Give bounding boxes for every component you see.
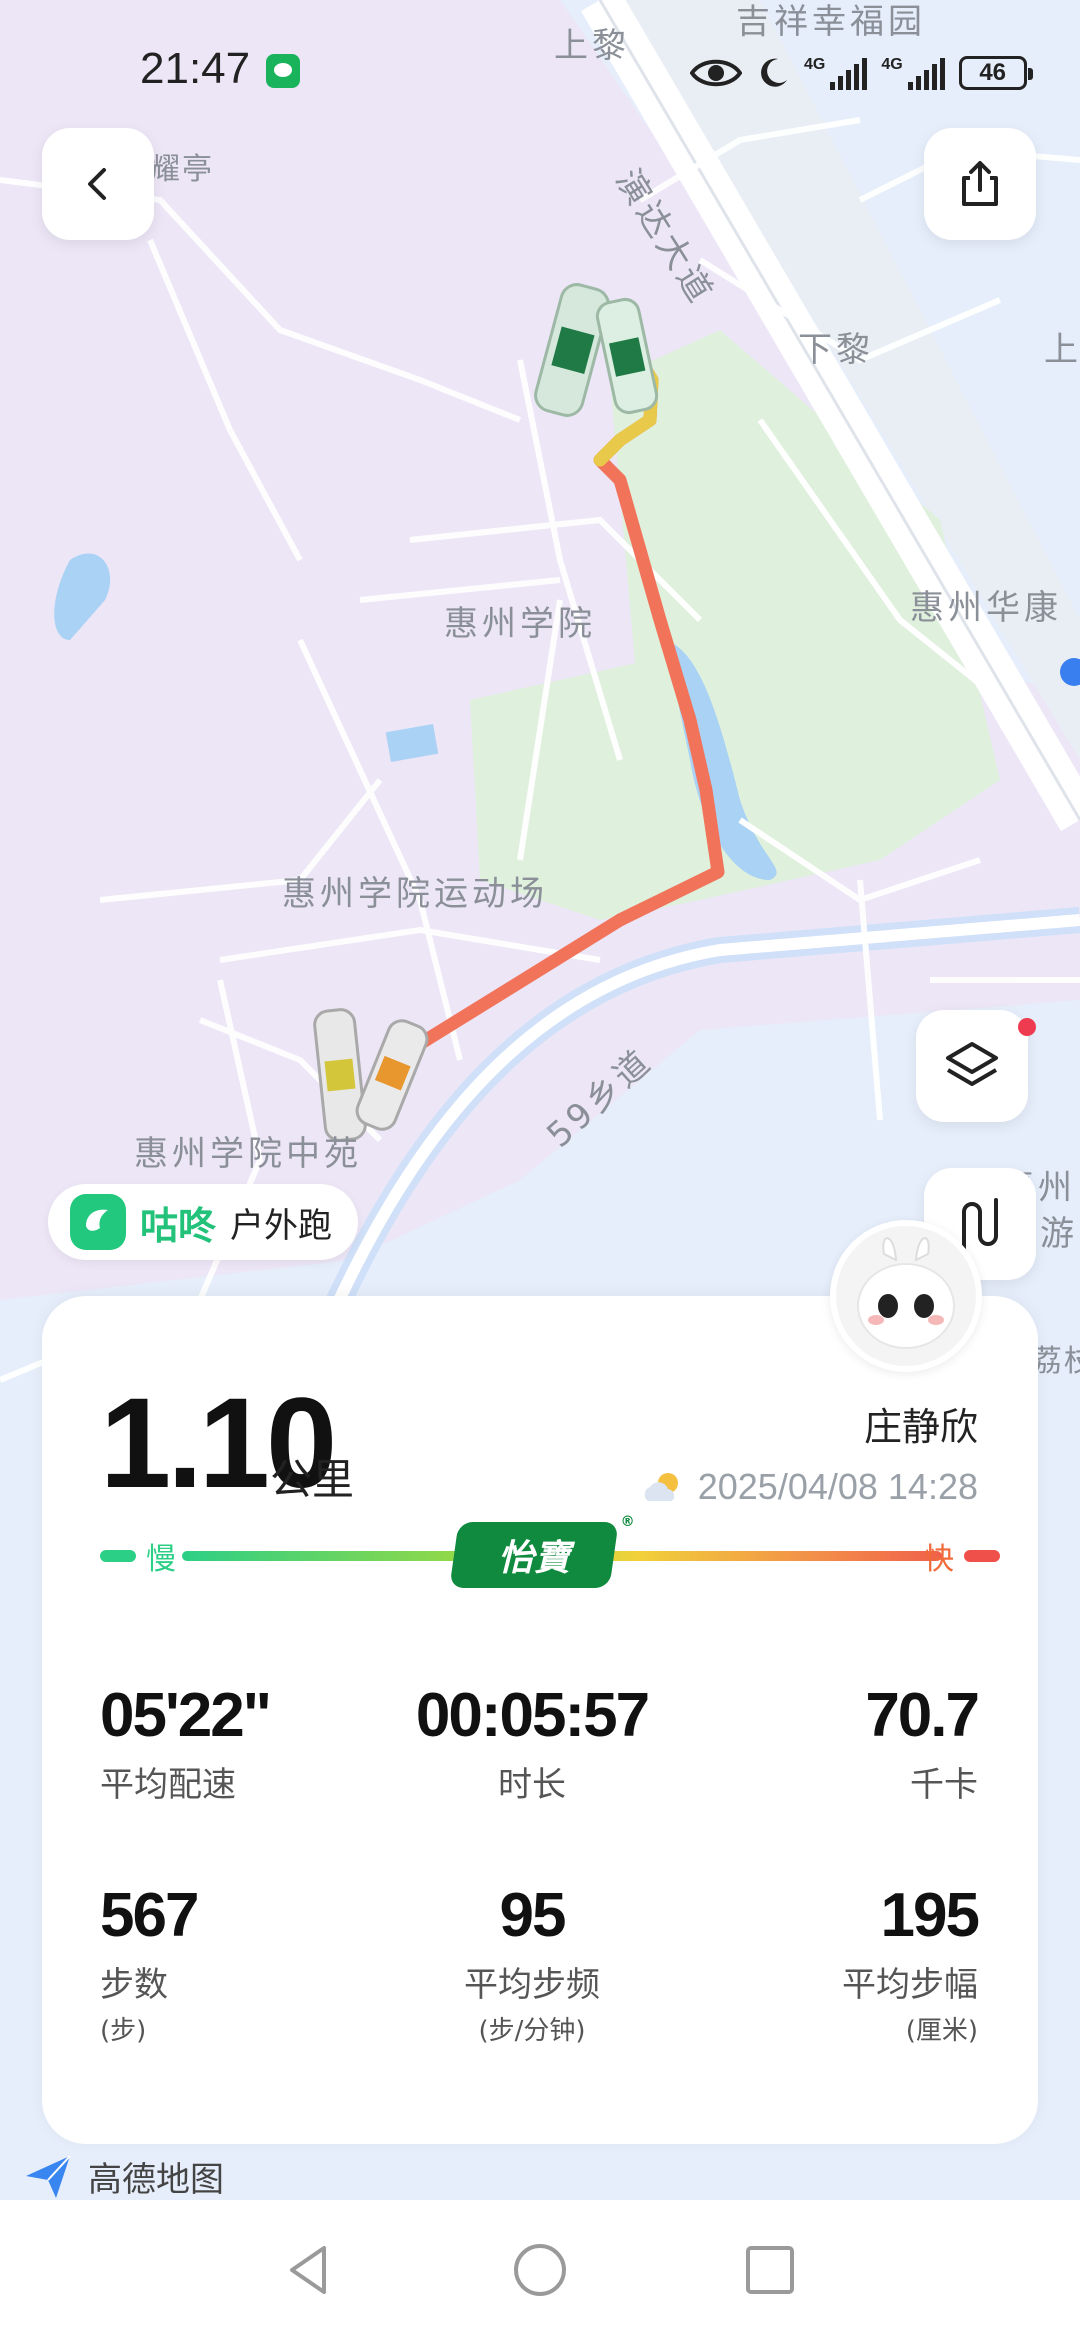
stat-label: 步数 — [100, 1965, 168, 2005]
map-label: 下黎 — [798, 330, 874, 370]
system-nav-bar — [0, 2200, 1080, 2340]
map-label: 惠州学院中苑 — [134, 1134, 362, 1174]
distance-unit: 公里 — [270, 1455, 355, 1504]
workout-datetime: 2025/04/08 14:28 — [638, 1466, 978, 1508]
status-icons: 4G 4G 46 — [690, 48, 1033, 98]
map-label: 荔枝 — [1032, 1344, 1080, 1379]
paper-plane-icon — [26, 2155, 71, 2198]
stat-unit: (步) — [100, 2016, 147, 2046]
stat-label: 时长 — [498, 1765, 566, 1805]
stat-value: 70.7 — [865, 1681, 980, 1750]
wechat-notification-icon — [266, 54, 300, 88]
nav-back-icon[interactable] — [280, 2240, 340, 2300]
brand-badge: 咕咚 户外跑 — [48, 1184, 359, 1260]
network-type: 4G — [804, 56, 826, 73]
mascot-avatar-icon — [857, 1237, 955, 1349]
stat-value: 05'22" — [100, 1681, 272, 1750]
share-button[interactable] — [924, 128, 1036, 240]
layers-icon — [946, 1042, 998, 1086]
codoon-logo-icon — [70, 1194, 126, 1250]
stat-unit: (厘米) — [905, 2016, 978, 2046]
pace-fast-indicator: 快 — [924, 1536, 1000, 1577]
stat-cadence: 95 平均步频 (步/分钟) — [342, 1880, 722, 2047]
map-label: 惠州学院运动场 — [282, 874, 548, 914]
network-type: 4G — [881, 56, 903, 73]
stat-calories: 70.7 千卡 — [865, 1680, 980, 1806]
nav-recents-icon[interactable] — [740, 2240, 800, 2300]
map-label: 上 — [1044, 330, 1080, 370]
sponsor-text: 怡寶 — [497, 1538, 570, 1579]
stat-steps: 567 步数 (步) — [100, 1880, 199, 2047]
map-label: 游 — [1040, 1214, 1078, 1254]
map-layers-button[interactable] — [916, 1010, 1036, 1122]
stat-avg-pace: 05'22" 平均配速 — [100, 1680, 272, 1806]
map-provider-name: 高德地图 — [88, 2159, 224, 2200]
brand-name: 咕咚 — [140, 1203, 217, 1248]
eye-icon — [690, 59, 742, 87]
pace-slow-label: 慢 — [146, 1542, 176, 1577]
pace-fast-label: 快 — [924, 1542, 954, 1577]
stat-unit: (步/分钟) — [478, 2016, 586, 2046]
signal-2: 4G — [881, 56, 945, 90]
status-bar: 21:47 4G 4G 46 — [0, 40, 1080, 110]
chevron-left-icon — [88, 168, 106, 200]
user-name: 庄静欣 — [863, 1405, 978, 1449]
share-icon — [962, 161, 998, 206]
datetime-text: 2025/04/08 14:28 — [697, 1466, 978, 1507]
map-provider-attribution: 高德地图 — [22, 2150, 224, 2202]
stat-duration: 00:05:57 时长 — [342, 1680, 722, 1806]
status-time: 21:47 — [140, 44, 251, 93]
map-label: 吉祥幸福园 — [736, 2, 926, 42]
partly-cloudy-icon — [644, 1473, 678, 1501]
end-marker-bottles — [534, 283, 659, 417]
stat-label: 平均配速 — [100, 1765, 236, 1805]
moon-icon — [761, 58, 787, 87]
pace-slow-indicator: 慢 — [100, 1536, 176, 1577]
signal-1: 4G — [804, 56, 868, 90]
workout-mode: 户外跑 — [230, 1205, 333, 1246]
start-marker-bottles — [313, 1008, 429, 1142]
stat-value: 567 — [100, 1881, 199, 1950]
stat-label: 平均步频 — [464, 1965, 600, 2005]
workout-summary-card: 1.10 公里 庄静欣 2025/04/08 14:28 慢 怡寶 ® 快 05… — [42, 1296, 1038, 2144]
avatar[interactable] — [830, 1220, 982, 1372]
back-button[interactable] — [42, 128, 154, 240]
notification-dot — [1018, 1018, 1036, 1036]
map-label: 惠州华康 — [910, 588, 1062, 628]
stat-label: 千卡 — [910, 1765, 978, 1805]
map-label: 耀亭 — [150, 152, 214, 187]
sponsor-logo: 怡寶 ® — [449, 1514, 635, 1588]
stat-value: 195 — [880, 1881, 980, 1950]
nav-home-icon[interactable] — [510, 2240, 570, 2300]
stat-label: 平均步幅 — [842, 1965, 978, 2005]
stat-value: 95 — [499, 1881, 567, 1950]
stat-stride: 195 平均步幅 (厘米) — [842, 1880, 980, 2047]
map-label: 惠州学院 — [444, 604, 596, 644]
stat-value: 00:05:57 — [415, 1681, 650, 1750]
battery-indicator: 46 — [958, 56, 1033, 90]
